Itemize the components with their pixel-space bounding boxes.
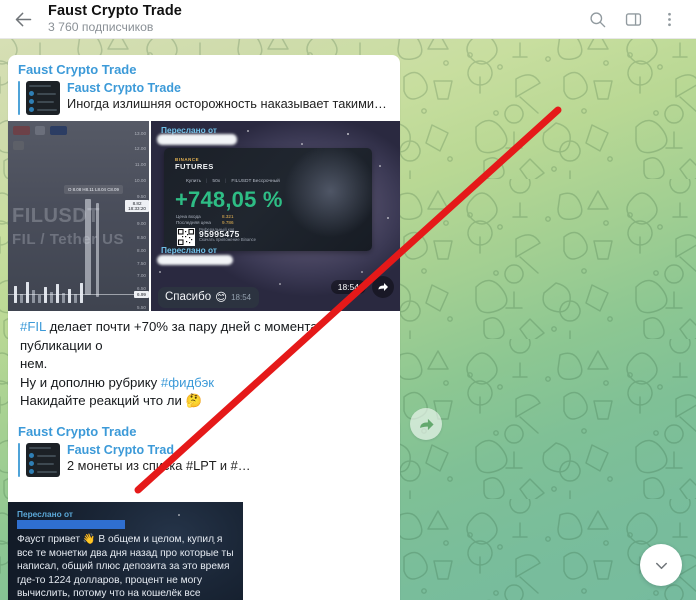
last-price-value: 9.786 <box>222 220 234 225</box>
message-bubble[interactable]: Faust Crypto Trade Faust Crypto Trade Ин… <box>8 55 400 447</box>
sidebar-toggle-icon <box>625 12 641 26</box>
meta-separator: | <box>225 179 227 184</box>
forwarded-from-label: Переслано от <box>17 509 73 519</box>
reply-author-name: Faust Crypto Trade <box>67 81 181 95</box>
forwarded-reply-preview[interactable]: Faust Crypto Trad 2 монеты из списка #LP… <box>18 443 390 477</box>
chart-price-tag: 8.82 18:33:20 <box>125 200 149 212</box>
text-line: Накидайте реакций что ли 🤔 <box>20 392 390 411</box>
forwarded-from-label-2: Переслано от <box>161 245 217 255</box>
chat-scroll-area[interactable]: Faust Crypto Trade Faust Crypto Trade Ин… <box>0 39 696 600</box>
entry-price-value: 8.321 <box>222 214 234 219</box>
chat-title: Faust Crypto Trade <box>48 3 182 20</box>
chart-watermark-pair: FIL / Tether US <box>12 231 124 248</box>
reply-thumbnail <box>26 443 60 477</box>
reply-author-name: Faust Crypto Trad <box>67 443 174 457</box>
forward-arrow-icon <box>378 283 388 291</box>
referral-sub: Скачать приложение Binance <box>199 237 256 242</box>
media-pnl-screenshot[interactable]: Переслано от BINANCE FUTURES Купить | 50… <box>151 121 400 311</box>
meta-separator: | <box>206 179 208 184</box>
share-arrow-icon <box>419 418 434 430</box>
text-line: нем. <box>20 355 390 374</box>
arrow-left-icon <box>15 12 31 26</box>
chevron-down-icon <box>655 562 667 569</box>
binance-pnl-card: BINANCE FUTURES Купить | 50x | FILUSDT Б… <box>164 148 372 251</box>
referral-block: Реферальный код 95995475 Скачать приложе… <box>199 227 256 242</box>
message-author: Faust Crypto Trade <box>18 424 137 439</box>
text-run: Ну и дополню рубрику <box>20 374 161 390</box>
thanks-text-row: Спасибо 😊 18:54 <box>165 290 251 304</box>
pnl-percentage: +748,05 % <box>175 187 283 212</box>
redacted-sender-bar <box>17 520 125 529</box>
hashtag-fil[interactable]: #FIL <box>20 319 46 334</box>
message-share-button[interactable] <box>410 408 442 440</box>
header-actions <box>579 0 696 39</box>
media-forward-button[interactable] <box>372 276 394 298</box>
reply-text-block: Faust Crypto Trade Иногда излишняя остор… <box>67 81 387 115</box>
chart-pump-bar <box>85 199 91 295</box>
text-run: Накидайте реакций что ли 🤔 <box>20 393 202 408</box>
position-pair: FILUSDT Бессрочный <box>231 179 280 184</box>
position-leverage: 50x <box>212 179 221 184</box>
reply-accent-bar <box>18 81 20 115</box>
chart-pump-bar <box>96 203 99 297</box>
text-run: нем. <box>20 356 48 371</box>
reply-snippet: 2 монеты из списка #LPT и #… <box>67 458 251 473</box>
media-trading-chart[interactable]: FILUSDT FIL / Tether US 13.00 12.00 11.0… <box>8 121 149 311</box>
reply-snippet: Иногда излишняя осторожность наказывает … <box>67 96 387 111</box>
forwarded-reply-preview[interactable]: Faust Crypto Trade Иногда излишняя остор… <box>18 81 390 115</box>
media-timestamp: 18:54 <box>330 280 366 294</box>
reply-text-block: Faust Crypto Trad 2 монеты из списка #LP… <box>67 443 251 477</box>
position-meta: Купить | 50x | FILUSDT Бессрочный <box>186 179 280 184</box>
chat-subscribers-count: 3 760 подписчиков <box>48 20 154 35</box>
telegram-window: Faust Crypto Trade 3 760 подписчиков Fau… <box>0 0 696 600</box>
chart-timeframe-chip <box>13 141 24 150</box>
hashtag-feedback[interactable]: #фидбэк <box>161 375 214 390</box>
chat-header-titles[interactable]: Faust Crypto Trade 3 760 подписчиков <box>46 3 579 35</box>
back-button[interactable] <box>0 0 46 39</box>
message-bubble[interactable]: Faust Crypto Trade Faust Crypto Trad 2 м… <box>8 417 400 600</box>
thanks-text: Спасибо <box>165 291 212 303</box>
message-text: #FIL делает почти +70% за пару дней с мо… <box>8 311 400 414</box>
text-line: Ну и дополню рубрику #фидбэк <box>20 374 390 393</box>
search-button[interactable] <box>579 0 615 39</box>
thanks-message-bubble: Спасибо 😊 18:54 <box>158 287 260 308</box>
chat-header: Faust Crypto Trade 3 760 подписчиков <box>0 0 696 39</box>
chart-toolbar <box>13 126 67 135</box>
more-options-button[interactable] <box>651 0 687 39</box>
message-author: Faust Crypto Trade <box>18 62 137 77</box>
thanks-timestamp: 18:54 <box>231 292 252 302</box>
redacted-name-block-2 <box>157 255 233 265</box>
smile-emoji: 😊 <box>215 292 228 304</box>
search-icon <box>589 11 605 27</box>
text-line: #FIL делает почти +70% за пару дней с мо… <box>20 318 390 355</box>
reply-thumbnail <box>26 81 60 115</box>
chart-low-price-tag: 6.99 <box>134 291 149 298</box>
forwarded-message-text: Фауст привет 👋 В общем и целом, купил я … <box>17 534 234 600</box>
chart-ohlc-tooltip: O 8.08 H8.11 L8.04 C8.09 <box>64 185 123 194</box>
sidebar-toggle-button[interactable] <box>615 0 651 39</box>
pnl-price-rows: Цена входа 8.321 Последняя цена 9.786 <box>176 214 234 226</box>
reply-accent-bar <box>18 443 20 477</box>
position-side: Купить <box>186 179 202 184</box>
more-options-icon <box>667 12 671 26</box>
text-run: делает почти +70% за пару дней с момента… <box>20 319 318 353</box>
redacted-name-block <box>157 134 237 145</box>
media-album[interactable]: FILUSDT FIL / Tether US 13.00 12.00 11.0… <box>8 121 400 311</box>
last-price-label: Последняя цена <box>176 220 211 225</box>
binance-futures-label: FUTURES <box>175 162 214 171</box>
scroll-to-bottom-button[interactable] <box>640 544 682 586</box>
media-chat-screenshot[interactable]: Переслано от Фауст привет 👋 В общем и це… <box>8 502 243 600</box>
qr-code-icon <box>177 228 195 246</box>
